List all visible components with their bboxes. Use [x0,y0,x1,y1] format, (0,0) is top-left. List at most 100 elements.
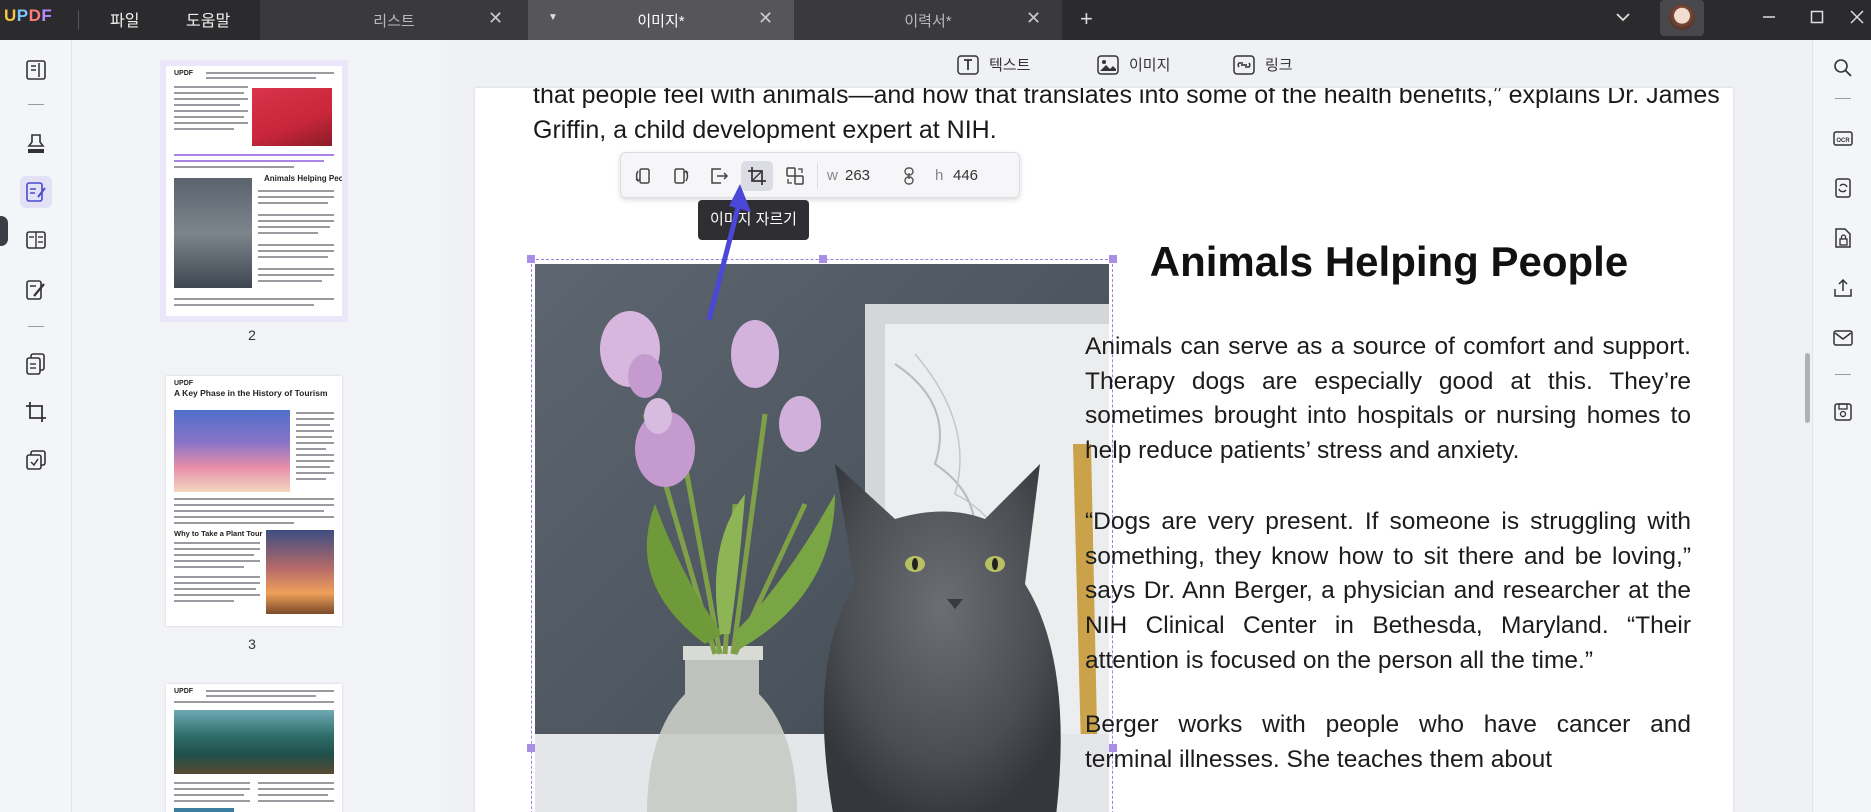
add-image-label: 이미지 [1129,57,1171,74]
chain-link-icon [904,167,914,185]
tab-list[interactable]: 리스트 ✕ [260,0,528,40]
ocr-button[interactable]: OCR [1829,124,1857,152]
thumb-heading: A Key Phase in the History of Tourism [174,388,328,398]
tab-resume[interactable]: 이력서* ✕ [794,0,1062,40]
left-tool-rail [0,40,72,812]
paragraph-2[interactable]: “Dogs are very present. If someone is st… [1085,505,1691,679]
form-mode-button[interactable] [20,224,52,256]
thumb-image-toys [252,88,332,146]
thumb-heading: Animals Helping People [264,174,342,183]
image-selection-box[interactable] [527,255,1117,812]
annotation-arrow-icon [706,184,751,321]
rail-divider [1835,98,1851,99]
protect-button[interactable] [1829,224,1857,252]
convert-button[interactable] [1829,174,1857,202]
resize-handle-n[interactable] [819,255,827,263]
crop-pages-button[interactable] [20,396,52,428]
image-edit-toolbar: w 263 h 446 [620,152,1020,198]
convert-icon [1835,178,1851,198]
page-thumbnail-3[interactable]: UPDF A Key Phase in the History of Touri… [166,376,342,626]
menu-help[interactable]: 도움말 [186,7,230,31]
vertical-scrollbar[interactable] [1805,353,1810,423]
height-label: h [935,167,944,184]
rail-collapse-handle[interactable] [0,216,8,246]
link-tool-icon [1233,54,1255,75]
article-title[interactable]: Animals Helping People [1075,238,1703,286]
updf-logo: UPDF [4,6,53,25]
edit-mode-button[interactable] [20,176,52,208]
page-number-3: 3 [248,636,256,652]
save-icon [1834,403,1852,421]
add-tab-icon[interactable]: + [1080,6,1093,32]
highlighter-icon [27,134,45,153]
add-image-button[interactable]: 이미지 [1097,54,1170,75]
text-tool-icon [957,54,979,75]
title-bar: UPDF 파일 도움말 리스트 ✕ ▼ 이미지* ✕ 이력서* ✕ + [0,0,1871,40]
resize-handle-nw[interactable] [527,255,535,263]
image-tool-icon [1097,54,1119,75]
tab-label: 이미지* [637,13,685,30]
intro-paragraph[interactable]: that people feel with animals—and how th… [533,88,1723,148]
menu-file[interactable]: 파일 [110,7,139,31]
thumbnail-panel: UPDF Animals Helping People [72,40,447,812]
layers-icon [26,450,46,470]
reader-mode-button[interactable] [20,54,52,86]
form-icon [26,231,46,249]
add-link-button[interactable]: 링크 [1233,54,1293,75]
rotate-left-button[interactable] [627,161,659,191]
maximize-icon[interactable] [1808,8,1826,31]
page-thumbnail-4[interactable]: UPDF [166,684,342,812]
rotate-right-icon [674,168,689,184]
width-input[interactable]: 263 [845,167,870,184]
page-thumbnail-2[interactable]: UPDF Animals Helping People [160,60,348,322]
comment-mode-button[interactable] [20,128,52,160]
tab-label: 이력서* [904,13,952,30]
thumb-image-small [174,808,234,812]
app-window: UPDF 파일 도움말 리스트 ✕ ▼ 이미지* ✕ 이력서* ✕ + UPDF… [0,0,1871,812]
thumb-image-eiffel [266,530,334,614]
toolbar-divider [817,163,818,189]
pages-icon [26,353,45,375]
close-icon[interactable]: ✕ [488,8,503,29]
lock-file-icon [1835,228,1851,248]
save-button[interactable] [1829,398,1857,426]
add-text-button[interactable]: 텍스트 [957,54,1030,75]
rotate-right-button[interactable] [665,161,697,191]
width-label: w [827,167,838,184]
share-button[interactable] [1829,274,1857,302]
sign-icon [26,280,45,300]
organize-pages-button[interactable] [20,348,52,380]
avatar[interactable] [1660,0,1704,36]
close-window-icon[interactable] [1848,8,1866,31]
document-area: 텍스트 이미지 링크 that people feel with animals… [447,40,1812,812]
svg-text:OCR: OCR [1836,138,1850,144]
page-number-2: 2 [248,327,256,343]
search-button[interactable] [1829,54,1857,82]
resize-handle-w[interactable] [527,744,535,752]
mail-icon [1833,330,1853,346]
tab-image[interactable]: ▼ 이미지* ✕ [528,0,794,40]
paragraph-3[interactable]: Berger works with people who have cancer… [1085,708,1691,777]
add-link-label: 링크 [1265,57,1293,74]
thumb-logo: UPDF [174,380,194,387]
email-button[interactable] [1829,324,1857,352]
page-tools-button[interactable] [20,444,52,476]
rail-divider [28,104,44,105]
close-icon[interactable]: ✕ [1026,8,1041,29]
edit-pdf-icon [26,182,46,202]
chevron-down-icon[interactable] [1614,8,1632,31]
thumb-image-street [174,410,290,492]
minimize-icon[interactable] [1760,8,1778,31]
paragraph-1[interactable]: Animals can serve as a source of comfort… [1085,330,1691,469]
thumb-image-boat [174,710,334,774]
fill-sign-button[interactable] [20,274,52,306]
lock-ratio-button[interactable] [893,161,925,191]
rail-divider [28,326,44,327]
height-input[interactable]: 446 [953,167,978,184]
thumb-image-cat [174,178,252,288]
book-icon [26,60,46,80]
close-icon[interactable]: ✕ [758,8,773,29]
thumb-subheading: Why to Take a Plant Tour [174,529,263,538]
rail-divider [1835,374,1851,375]
replace-image-button[interactable] [779,161,811,191]
